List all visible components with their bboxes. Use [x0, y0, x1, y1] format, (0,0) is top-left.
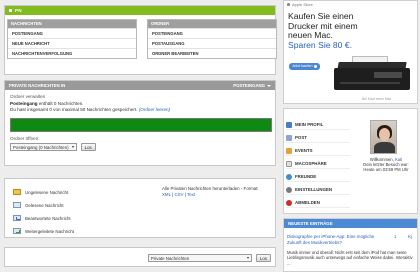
news-excerpt: Musik immer und überall: Nicht erst seit…: [287, 250, 413, 266]
ad-store-label: Apple Store: [292, 2, 313, 7]
storage-progress-fill: [11, 119, 271, 131]
storage-progress-bar: [10, 118, 272, 132]
menu-abmelden[interactable]: ABMELDEN: [286, 198, 350, 208]
ad-headline: Kaufen Sie einen Drucker mit einem neuen…: [288, 11, 368, 50]
pn-title: PN: [15, 8, 22, 13]
calendar-icon: [286, 147, 292, 154]
legend-label: Weitergeleitete Nachricht: [25, 228, 74, 234]
download-section: Alle Privaten Nachrichten herunterladen …: [162, 186, 259, 197]
empty-folder-link[interactable]: (Ordner leeren): [139, 107, 170, 112]
folder-dropdown[interactable]: POSTEINGANG: [233, 81, 271, 90]
menu-events[interactable]: EVENTS: [286, 146, 350, 156]
ad-buy-label: Jetzt kaufen: [292, 64, 313, 68]
news-header: NEUESTE EINTRÄGE: [284, 219, 417, 228]
nachrichten-header: NACHRICHTEN: [8, 20, 136, 28]
read-envelope-icon: [13, 202, 21, 208]
forwarded-envelope-icon: [13, 228, 21, 234]
menu-einstellungen[interactable]: EINSTELLUNGEN: [286, 185, 350, 195]
section-select[interactable]: Private Nachrichten: [147, 254, 252, 262]
folder-postausgang[interactable]: POSTAUSGANG: [148, 38, 276, 48]
mail-icon: [286, 134, 292, 141]
select-arrow-icon: [246, 257, 249, 259]
folder-select-value: Posteingang (0 Nachrichten): [13, 144, 69, 150]
menu-label: POST: [295, 135, 307, 140]
download-text-link[interactable]: Text: [187, 192, 195, 197]
legend-unread: Ungelesene Nachricht: [13, 189, 68, 195]
ad-footnote: Bei Kauf eines Mac: [362, 97, 392, 101]
download-xml-link[interactable]: XML: [162, 192, 171, 197]
go-button[interactable]: Los: [255, 254, 271, 262]
folder-status-text: enthält 0 Nachrichten.: [38, 101, 84, 106]
legend-forwarded: Weitergeleitete Nachricht: [13, 228, 74, 234]
folder-select[interactable]: Posteingang (0 Nachrichten): [10, 143, 77, 151]
menu-label: EINSTELLUNGEN: [295, 187, 333, 192]
manage-folders-label: Ordner verwalten: [10, 94, 46, 99]
pn-bullet-icon: [9, 9, 12, 12]
replied-envelope-icon: [13, 215, 21, 221]
menu-macosphaere[interactable]: MACOSPHÄRE: [286, 159, 350, 169]
download-csv-link[interactable]: CSV: [174, 192, 183, 197]
avatar[interactable]: [370, 120, 397, 154]
legend-read: Gelesene Nachricht: [13, 202, 64, 208]
printer-image: [328, 56, 416, 92]
select-arrow-icon: [71, 146, 74, 148]
open-folder-label: Ordner öffnen:: [10, 136, 40, 141]
messages-panel: PRIVATE NACHRICHTEN IN POSTEINGANG Ordne…: [4, 80, 276, 166]
storage-text: Du hast insgesamt 0 von maximal 50 Nachr…: [10, 107, 138, 112]
menu-mein-profil[interactable]: MEIN PROFIL: [286, 120, 350, 130]
pn-panel: PN NACHRICHTEN POSTEINGANG NEUE NACHRICH…: [4, 5, 277, 75]
folder-dropdown-label: POSTEINGANG: [233, 83, 265, 88]
menu-label: MEIN PROFIL: [295, 122, 324, 127]
nav-posteingang[interactable]: POSTEINGANG: [8, 28, 136, 38]
folder-name: Posteingang: [10, 101, 38, 106]
ad-price: Sparen Sie 80 €.: [288, 39, 353, 50]
legend-label: Ungelesene Nachricht: [25, 189, 69, 195]
open-folder-button[interactable]: Los: [80, 143, 96, 151]
ordner-header: ORDNER: [148, 20, 276, 28]
bottom-panel: Private Nachrichten Los: [4, 247, 276, 267]
legend-label: Gelesene Nachricht: [25, 202, 64, 208]
arrow-icon: [314, 65, 318, 68]
folder-posteingang[interactable]: POSTEINGANG: [148, 28, 276, 38]
legend-panel: Ungelesene Nachricht Gelesene Nachricht …: [4, 178, 276, 238]
logout-icon: [286, 199, 292, 206]
sphere-icon: [286, 160, 292, 167]
legend-label: Beantwortete Nachricht: [25, 215, 71, 221]
nachrichten-column: NACHRICHTEN POSTEINGANG NEUE NACHRICHT N…: [7, 19, 137, 59]
friends-icon: [286, 173, 292, 180]
messages-bar: PRIVATE NACHRICHTEN IN POSTEINGANG: [5, 81, 275, 90]
folder-bearbeiten[interactable]: ORDNER BEARBEITEN: [148, 48, 276, 58]
news-comment-count[interactable]: 1: [394, 234, 396, 239]
legend-replied: Beantwortete Nachricht: [13, 215, 71, 221]
menu-label: MACOSPHÄRE: [295, 161, 327, 166]
ad-buy-button[interactable]: Jetzt kaufen: [289, 63, 321, 70]
last-visit-time: Heute um 03:59 PM Uhr: [363, 167, 409, 172]
news-author[interactable]: Kj: [408, 234, 412, 239]
gear-icon: [286, 186, 292, 193]
unread-envelope-icon: [13, 189, 21, 195]
menu-label: EVENTS: [295, 148, 313, 153]
pn-header: PN: [5, 6, 275, 15]
messages-bar-title: PRIVATE NACHRICHTEN IN: [9, 83, 66, 88]
menu-label: FREUNDE: [295, 174, 317, 179]
storage-line: Du hast insgesamt 0 von maximal 50 Nachr…: [10, 107, 270, 113]
news-title-link[interactable]: Diskographie per iPhone-App: Eine möglic…: [287, 234, 389, 245]
welcome-text: Willkommen, Kati Dein letzter Besuch war…: [354, 157, 418, 172]
news-panel: NEUESTE EINTRÄGE Diskographie per iPhone…: [283, 218, 418, 272]
chevron-down-icon: [267, 84, 271, 87]
apple-store-ad[interactable]: Apple Store Kaufen Sie einen Drucker mit…: [283, 0, 418, 104]
section-select-value: Private Nachrichten: [150, 255, 190, 261]
menu-label: ABMELDEN: [295, 200, 320, 205]
menu-freunde[interactable]: FREUNDE: [286, 172, 350, 182]
menu-post[interactable]: POST: [286, 133, 350, 143]
nav-nachrichtenverfolgung[interactable]: NACHRICHTENVERFOLGUNG: [8, 48, 136, 58]
user-icon: [286, 121, 292, 128]
apple-logo-icon: [287, 2, 290, 7]
ordner-column: ORDNER POSTEINGANG POSTAUSGANG ORDNER BE…: [147, 19, 277, 59]
nav-neue-nachricht[interactable]: NEUE NACHRICHT: [8, 38, 136, 48]
profile-panel: MEIN PROFIL POST EVENTS MACOSPHÄRE FREUN…: [283, 108, 418, 214]
